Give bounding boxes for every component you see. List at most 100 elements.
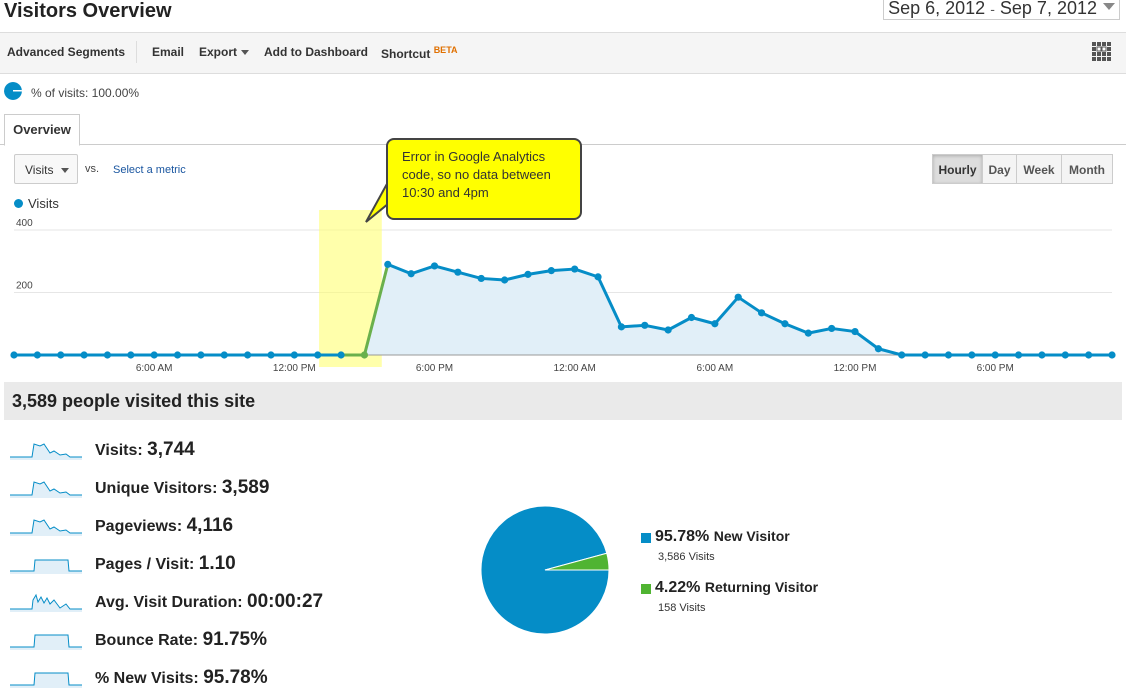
visits-legend-label: Visits: [28, 196, 59, 211]
metric-row: Unique Visitors: 3,589: [95, 477, 269, 499]
visits-point[interactable]: [641, 321, 649, 329]
visits-point[interactable]: [127, 351, 135, 359]
visits-point[interactable]: [944, 351, 953, 359]
add-to-dashboard-button[interactable]: Add to Dashboard: [264, 45, 368, 59]
visits-area: [14, 264, 1112, 355]
advanced-segments-button[interactable]: Advanced Segments: [7, 45, 125, 59]
hourly-button[interactable]: Hourly: [932, 154, 983, 184]
shortcut-button[interactable]: Shortcut BETA: [381, 45, 458, 61]
visits-point[interactable]: [244, 351, 252, 359]
visits-point[interactable]: [711, 320, 719, 328]
visits-point[interactable]: [477, 274, 485, 283]
visits-point[interactable]: [150, 351, 158, 359]
metric-value: 00:00:27: [247, 591, 324, 612]
visits-point[interactable]: [197, 351, 205, 359]
visits-point[interactable]: [524, 270, 532, 278]
visits-point[interactable]: [617, 323, 626, 331]
metric-value: 4,116: [186, 515, 234, 536]
visits-point[interactable]: [103, 351, 112, 359]
visits-point[interactable]: [898, 351, 906, 359]
visits-point[interactable]: [384, 260, 392, 268]
week-button[interactable]: Week: [1016, 154, 1062, 184]
legend-new-visits: 3,586 Visits: [658, 551, 715, 563]
report-toolbar: Advanced Segments Email Export Add to Da…: [0, 32, 1126, 74]
visits-point[interactable]: [10, 351, 18, 359]
callout-line: 10:30 and 4pm: [402, 185, 489, 200]
metric-value: 3,589: [221, 477, 270, 498]
visits-point[interactable]: [734, 293, 742, 301]
sparkline: [10, 519, 82, 536]
legend-new-visitor: 95.78% New Visitor: [655, 528, 790, 546]
metric-row: % New Visits: 95.78%: [95, 667, 268, 689]
day-button[interactable]: Day: [982, 154, 1017, 184]
visits-point[interactable]: [757, 309, 766, 317]
visits-point[interactable]: [594, 273, 602, 281]
visits-point[interactable]: [874, 345, 882, 353]
select-metric-link[interactable]: Select a metric: [113, 164, 186, 176]
visits-point[interactable]: [57, 351, 65, 359]
sparkline: [10, 481, 82, 498]
summary-title: 3,589 people visited this site: [12, 391, 256, 411]
date-separator: -: [990, 1, 995, 17]
visits-point[interactable]: [921, 351, 929, 359]
visits-point[interactable]: [547, 267, 555, 275]
x-tick-label: 12:00 PM: [273, 363, 316, 374]
date-end: Sep 7, 2012: [999, 0, 1097, 18]
visits-point[interactable]: [337, 351, 345, 359]
visits-point[interactable]: [781, 320, 789, 328]
visits-point[interactable]: [314, 351, 322, 359]
vs-label: vs.: [85, 163, 100, 175]
grid-view-icon[interactable]: [1092, 42, 1112, 62]
y-tick-label: 400: [16, 218, 33, 229]
visits-point[interactable]: [80, 351, 88, 359]
visits-line-chart: 400 200 6:00 AM 12:00 PM 6:00 PM 12:00 AM 6:00…: [10, 210, 1116, 374]
visits-point[interactable]: [430, 262, 439, 270]
visits-point[interactable]: [571, 265, 579, 273]
x-tick-label: 6:00 PM: [416, 363, 453, 374]
visits-point[interactable]: [687, 313, 696, 322]
visits-point[interactable]: [290, 351, 298, 359]
visits-point[interactable]: [267, 351, 275, 359]
tab-overview[interactable]: Overview: [4, 114, 80, 146]
metric-row: Visits: 3,744: [95, 439, 195, 461]
visitor-type-pie-chart: [480, 505, 610, 635]
sparkline: [10, 443, 82, 460]
export-button[interactable]: Export: [199, 45, 250, 59]
visits-point[interactable]: [1038, 351, 1046, 359]
visits-point[interactable]: [1085, 351, 1093, 359]
visits-point[interactable]: [220, 351, 228, 359]
visits-point[interactable]: [1061, 351, 1069, 359]
sparkline: [10, 634, 82, 650]
visits-point[interactable]: [173, 351, 182, 359]
visits-point[interactable]: [407, 270, 415, 278]
visits-point[interactable]: [1014, 351, 1023, 359]
visits-point[interactable]: [33, 351, 41, 359]
visits-point[interactable]: [968, 351, 976, 359]
visits-point[interactable]: [1108, 351, 1116, 359]
visits-point[interactable]: [828, 324, 836, 333]
visits-point[interactable]: [500, 276, 509, 284]
month-button[interactable]: Month: [1061, 154, 1113, 184]
sparkline: [10, 672, 82, 688]
visits-point[interactable]: [360, 351, 369, 359]
visits-point[interactable]: [991, 351, 999, 359]
metric-row: Pages / Visit: 1.10: [95, 553, 236, 575]
visits-point[interactable]: [664, 326, 672, 334]
error-annotation-callout: Error in Google Analytics code, so no da…: [386, 138, 582, 220]
legend-pct: 4.22%: [655, 579, 701, 596]
visits-point[interactable]: [454, 268, 462, 276]
chevron-down-icon: [1103, 3, 1115, 10]
metric-label: Pageviews:: [95, 518, 187, 535]
email-button[interactable]: Email: [152, 45, 184, 59]
metric-dropdown[interactable]: Visits: [14, 154, 78, 184]
legend-name: Returning Visitor: [704, 579, 819, 595]
legend-swatch-returning: [641, 584, 651, 594]
visits-point[interactable]: [804, 329, 812, 337]
metric-value: 91.75%: [202, 629, 268, 650]
date-range-picker[interactable]: Sep 6, 2012 - Sep 7, 2012: [883, 0, 1120, 20]
page-title: Visitors Overview: [4, 0, 172, 22]
legend-returning-visitor: 4.22% Returning Visitor: [655, 579, 818, 597]
callout-line: code, so no data between: [402, 167, 551, 182]
metric-label: Visits:: [95, 442, 148, 459]
visits-point[interactable]: [851, 327, 859, 336]
